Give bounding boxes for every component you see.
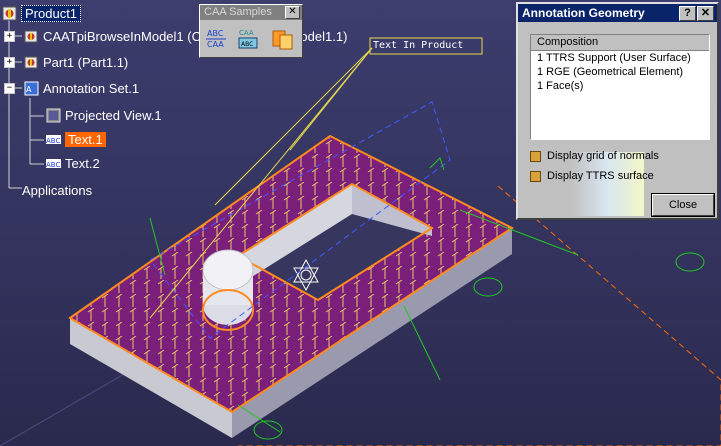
checkbox-box[interactable] <box>530 170 541 182</box>
text-annotation-icon: ABC <box>46 156 61 171</box>
annotation-geometry-dialog[interactable]: Annotation Geometry ? ✕ Composition 1 TT… <box>516 2 719 220</box>
callout-text[interactable]: Text In Product <box>373 40 463 51</box>
tree-item-annotation-set[interactable]: A Annotation Set.1 <box>24 81 139 96</box>
tree-item-text1[interactable]: ABC Text.1 <box>46 132 106 147</box>
svg-text:CAA: CAA <box>207 40 224 49</box>
list-item[interactable]: 1 TTRS Support (User Surface) <box>531 51 709 65</box>
tree-label-applications: Applications <box>22 183 93 198</box>
tree-item-applications[interactable]: Applications <box>22 183 92 198</box>
tree-label-projected-view: Projected View.1 <box>65 108 162 123</box>
export-tool-button[interactable] <box>270 25 296 53</box>
dialog-title: Annotation Geometry <box>522 6 645 20</box>
icon-text: ABC <box>46 137 60 145</box>
caa-samples-toolbar[interactable]: CAA Samples ✕ ABC CAA CAA ABC <box>199 4 303 58</box>
tree-label-text2: Text.2 <box>65 156 100 171</box>
svg-text:A: A <box>26 85 32 94</box>
part-icon <box>24 55 39 70</box>
display-grid-normals-checkbox[interactable]: Display grid of normals <box>530 150 659 162</box>
dialog-close-x-button[interactable]: ✕ <box>697 6 714 21</box>
tree-label-product1: Product1 <box>21 5 82 22</box>
hole-top-edge <box>202 249 254 291</box>
tree-item-text2[interactable]: ABC Text.2 <box>46 156 100 171</box>
tree-label-text1: Text.1 <box>65 132 106 147</box>
display-ttrs-surface-checkbox[interactable]: Display TTRS surface <box>530 170 654 182</box>
composition-list[interactable]: Composition 1 TTRS Support (User Surface… <box>530 34 710 140</box>
expand-toggle[interactable]: + <box>4 31 15 42</box>
tree-label-part1: Part1 (Part1.1) <box>43 55 129 70</box>
projected-view-icon <box>46 108 61 123</box>
checkbox-label: Display TTRS surface <box>547 170 654 182</box>
dialog-title-bar[interactable]: Annotation Geometry ? ✕ <box>518 4 717 22</box>
toolbar-close-button[interactable]: ✕ <box>285 6 300 19</box>
tree-item-product1[interactable]: Product1 <box>2 5 82 22</box>
collapse-toggle[interactable]: − <box>4 83 15 94</box>
abc-caa-icon: ABC CAA <box>206 29 226 49</box>
expand-toggle[interactable]: + <box>4 57 15 68</box>
toolbar-title: CAA Samples <box>204 6 272 18</box>
tree-label-annotation-set: Annotation Set.1 <box>43 81 140 96</box>
toolbar-title-bar[interactable]: CAA Samples ✕ <box>200 5 302 20</box>
text-annotation-icon: ABC <box>46 132 61 147</box>
list-item[interactable]: 1 RGE (Geometrical Element) <box>531 65 709 79</box>
svg-text:CAA: CAA <box>239 29 254 37</box>
checkbox-label: Display grid of normals <box>547 150 659 162</box>
part-icon <box>24 29 39 44</box>
tree-item-part1[interactable]: Part1 (Part1.1) <box>24 55 128 70</box>
checkbox-box[interactable] <box>530 150 541 162</box>
svg-text:ABC: ABC <box>207 29 224 38</box>
icon-text: ABC <box>46 161 60 169</box>
export-icon <box>272 30 293 50</box>
svg-text:ABC: ABC <box>241 41 253 48</box>
help-button[interactable]: ? <box>679 6 696 21</box>
tree-item-projected-view[interactable]: Projected View.1 <box>46 108 162 123</box>
abc-caa-tool-button[interactable]: ABC CAA <box>204 25 230 53</box>
3d-viewport[interactable]: Text In Product Product1 + CAATpiBrowseI… <box>0 0 721 446</box>
browse-tool-button[interactable]: CAA ABC <box>236 25 262 53</box>
browse-icon: CAA ABC <box>238 29 258 49</box>
close-button[interactable]: Close <box>651 193 715 217</box>
list-item[interactable]: 1 Face(s) <box>531 79 709 93</box>
composition-list-header: Composition <box>531 35 709 51</box>
product-icon <box>2 6 17 21</box>
annotation-set-icon: A <box>24 81 39 96</box>
